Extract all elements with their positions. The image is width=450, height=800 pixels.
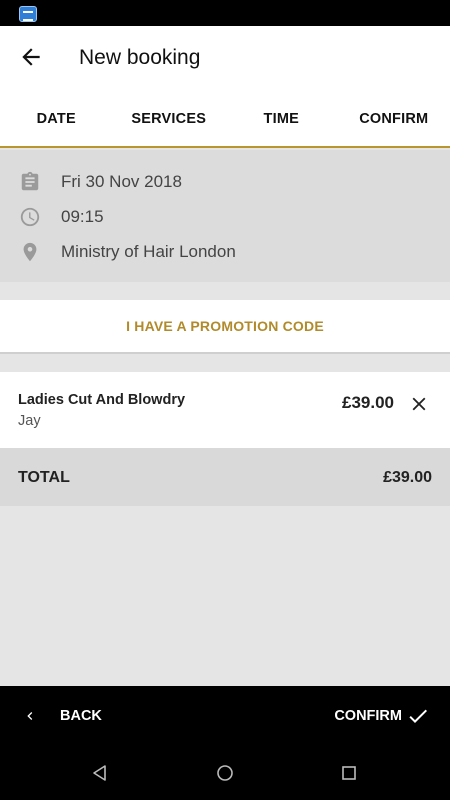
back-arrow-icon[interactable] <box>18 44 44 70</box>
back-button-label: BACK <box>60 708 102 724</box>
checkmark-icon <box>409 709 427 723</box>
service-name: Ladies Cut And Blowdry <box>18 392 186 408</box>
tab-time[interactable]: TIME <box>225 90 338 148</box>
promotion-code-panel: I HAVE A PROMOTION CODE <box>0 300 450 354</box>
booking-time: 09:15 <box>61 206 104 226</box>
nav-home-icon[interactable] <box>215 763 235 783</box>
app-notification-icon <box>19 6 37 22</box>
system-navigation-bar <box>0 746 450 800</box>
booking-location: Ministry of Hair London <box>61 241 236 261</box>
app-bar: New booking <box>0 26 450 90</box>
promotion-code-button[interactable]: I HAVE A PROMOTION CODE <box>126 318 324 334</box>
page-title: New booking <box>79 46 201 69</box>
total-row: TOTAL £39.00 <box>0 448 450 506</box>
chevron-left-icon <box>27 712 33 720</box>
status-bar <box>0 0 450 26</box>
summary-time-row: 09:15 <box>0 199 450 234</box>
confirm-button[interactable]: CONFIRM <box>334 704 430 728</box>
booking-summary: Fri 30 Nov 2018 09:15 Ministry of Hair L… <box>0 150 450 282</box>
tab-date[interactable]: DATE <box>0 90 113 148</box>
confirm-button-label: CONFIRM <box>334 708 402 724</box>
service-staff: Jay <box>18 413 41 429</box>
back-button[interactable]: BACK <box>22 704 102 728</box>
nav-recents-icon[interactable] <box>339 763 359 783</box>
clock-icon <box>20 207 40 226</box>
summary-date-row: Fri 30 Nov 2018 <box>0 164 450 199</box>
tab-services[interactable]: SERVICES <box>113 90 226 148</box>
service-item: Ladies Cut And Blowdry Jay £39.00 <box>0 372 450 448</box>
bottom-action-bar: BACK CONFIRM <box>0 686 450 746</box>
summary-location-row: Ministry of Hair London <box>0 234 450 269</box>
total-label: TOTAL <box>18 469 70 486</box>
clipboard-icon <box>21 171 39 190</box>
booking-steps-tabs: DATE SERVICES TIME CONFIRM <box>0 90 450 148</box>
close-icon[interactable] <box>408 393 430 415</box>
location-pin-icon <box>23 242 37 261</box>
total-value: £39.00 <box>383 469 432 486</box>
tab-confirm[interactable]: CONFIRM <box>338 90 450 148</box>
nav-back-icon[interactable] <box>90 763 110 783</box>
booking-date: Fri 30 Nov 2018 <box>61 171 182 191</box>
service-price: £39.00 <box>342 393 394 412</box>
